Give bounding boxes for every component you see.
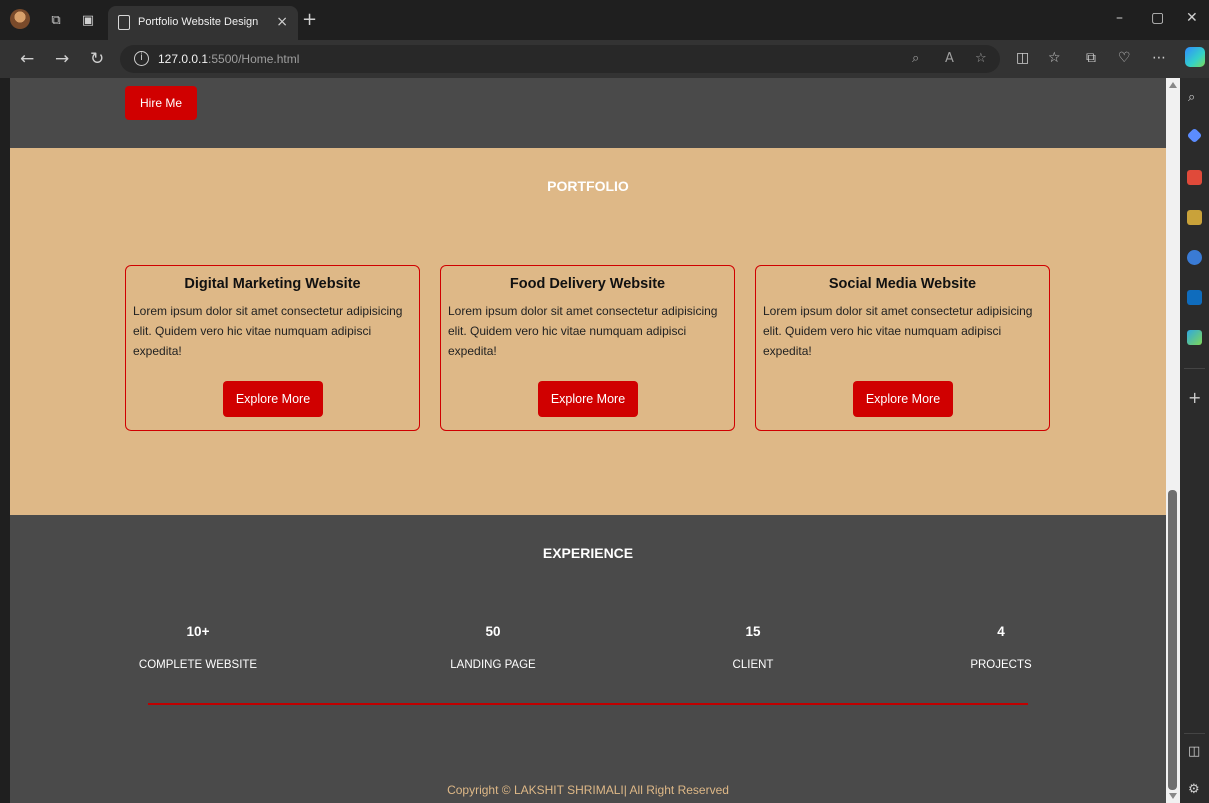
- minimize-button[interactable]: –: [1116, 10, 1123, 26]
- explore-more-button[interactable]: Explore More: [538, 381, 638, 417]
- stat-label: LANDING PAGE: [450, 659, 536, 671]
- favorites-icon[interactable]: ☆: [1048, 50, 1061, 66]
- settings-gear-icon[interactable]: ⚙: [1188, 782, 1200, 797]
- url-host: 127.0.0.1: [158, 52, 209, 66]
- more-menu-icon[interactable]: ⋯: [1152, 50, 1166, 66]
- hide-sidebar-icon[interactable]: ◫: [1188, 744, 1200, 759]
- stat-label: COMPLETE WEBSITE: [138, 659, 258, 671]
- back-icon[interactable]: ←: [20, 49, 34, 69]
- address-bar[interactable]: i 127.0.0.1:5500/Home.html ⌕ A ☆: [120, 45, 1000, 73]
- zoom-icon[interactable]: ⌕: [912, 51, 919, 66]
- portfolio-title: PORTFOLIO: [547, 178, 629, 194]
- shopping-tag-icon[interactable]: [1186, 127, 1203, 144]
- card-title: Food Delivery Website: [509, 276, 666, 292]
- card-title: Digital Marketing Website: [184, 276, 361, 292]
- portfolio-card-digital-marketing: Digital Marketing Website Lorem ipsum do…: [125, 265, 420, 431]
- maximize-button[interactable]: ▢: [1151, 10, 1164, 26]
- stat-label: CLIENT: [732, 659, 774, 671]
- page-icon: [118, 15, 130, 30]
- read-aloud-icon[interactable]: A: [945, 51, 954, 66]
- scroll-up-arrow[interactable]: [1169, 82, 1177, 88]
- health-icon[interactable]: ♡: [1118, 50, 1131, 66]
- refresh-icon[interactable]: ↻: [90, 49, 104, 69]
- divider-line: [148, 703, 1028, 705]
- portfolio-card-social-media: Social Media Website Lorem ipsum dolor s…: [755, 265, 1050, 431]
- tab-actions-icon[interactable]: ▣: [78, 10, 98, 30]
- close-window-button[interactable]: ✕: [1186, 10, 1198, 26]
- sidebar-divider: [1184, 368, 1205, 369]
- profile-avatar[interactable]: [10, 9, 30, 29]
- card-text: Lorem ipsum dolor sit amet consectetur a…: [763, 304, 1033, 358]
- copyright-text: Copyright © LAKSHIT SHRIMALI| All Right …: [447, 783, 729, 797]
- sidebar-divider: [1184, 733, 1205, 734]
- add-sidebar-app-icon[interactable]: +: [1188, 388, 1201, 407]
- stat-value: 10+: [186, 624, 210, 639]
- tab-close-icon[interactable]: ×: [276, 14, 288, 30]
- favorite-star-icon[interactable]: ☆: [975, 51, 987, 66]
- stat-value: 4: [997, 624, 1005, 639]
- portfolio-card-food-delivery: Food Delivery Website Lorem ipsum dolor …: [440, 265, 735, 431]
- card-title: Social Media Website: [828, 276, 977, 292]
- title-bar: ⧉ ▣ Portfolio Website Design × + – ▢ ✕: [0, 0, 1209, 40]
- tools-briefcase-icon[interactable]: [1187, 170, 1202, 185]
- forward-icon[interactable]: →: [55, 49, 69, 69]
- explore-more-button[interactable]: Explore More: [223, 381, 323, 417]
- card-text: Lorem ipsum dolor sit amet consectetur a…: [133, 304, 403, 358]
- experience-section: EXPERIENCE 10+ COMPLETE WEBSITE 50 LANDI…: [10, 515, 1166, 803]
- tab-portfolio[interactable]: Portfolio Website Design ×: [108, 6, 298, 40]
- split-screen-icon[interactable]: ◫: [1016, 50, 1029, 66]
- tab-title: Portfolio Website Design: [138, 16, 259, 28]
- card-text: Lorem ipsum dolor sit amet consectetur a…: [448, 304, 718, 358]
- collections-icon[interactable]: ⧉: [1086, 50, 1096, 66]
- browser-window: ⧉ ▣ Portfolio Website Design × + – ▢ ✕ ←…: [0, 0, 1209, 803]
- microsoft-365-icon[interactable]: [1187, 250, 1202, 265]
- copilot-icon[interactable]: [1185, 47, 1205, 67]
- site-info-icon[interactable]: i: [134, 51, 149, 66]
- workspaces-icon[interactable]: ⧉: [46, 10, 66, 30]
- experience-title: EXPERIENCE: [542, 545, 634, 561]
- page-viewport: Hire Me PORTFOLIO Digital Marketing Webs…: [10, 78, 1166, 803]
- stat-label: PROJECTS: [970, 659, 1032, 671]
- url-path: :5500/Home.html: [208, 52, 300, 66]
- games-icon[interactable]: [1187, 210, 1202, 225]
- edge-sidebar: ⌕ + ◫ ⚙: [1180, 78, 1209, 803]
- scroll-down-arrow[interactable]: [1169, 793, 1177, 799]
- stat-value: 50: [485, 624, 501, 639]
- drop-icon[interactable]: [1187, 330, 1202, 345]
- stat-value: 15: [745, 624, 761, 639]
- url-text: 127.0.0.1:5500/Home.html: [158, 52, 299, 66]
- portfolio-section: PORTFOLIO Digital Marketing Website Lore…: [10, 148, 1166, 515]
- explore-more-button[interactable]: Explore More: [853, 381, 953, 417]
- search-icon[interactable]: ⌕: [1188, 90, 1195, 105]
- hire-me-button[interactable]: Hire Me: [125, 86, 197, 120]
- outlook-icon[interactable]: [1187, 290, 1202, 305]
- new-tab-button[interactable]: +: [302, 9, 317, 30]
- scrollbar-thumb[interactable]: [1168, 490, 1177, 790]
